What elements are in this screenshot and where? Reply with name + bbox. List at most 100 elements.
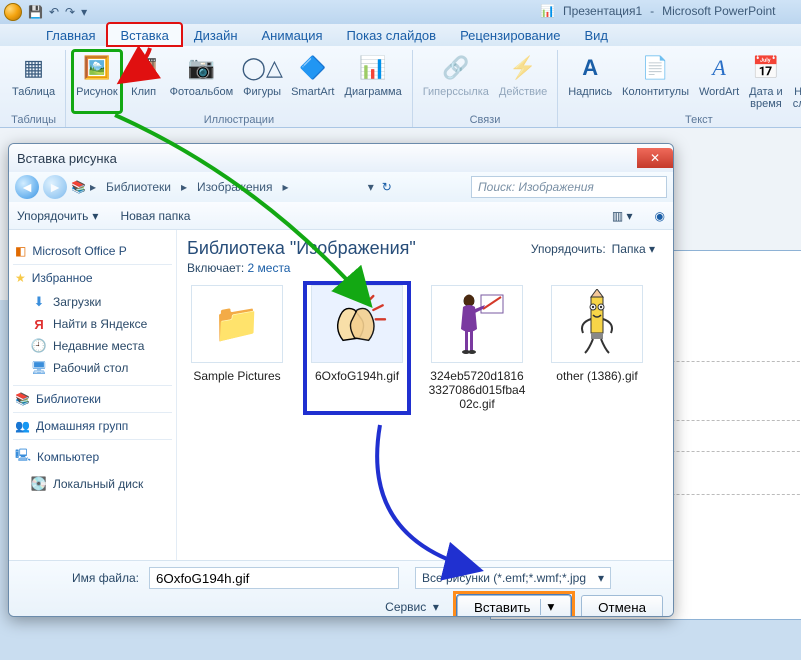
- file-item[interactable]: other (1386).gif: [547, 285, 647, 411]
- refresh-icon[interactable]: ↻: [382, 180, 392, 194]
- file-item-selected[interactable]: 6OxfoG194h.gif: [307, 285, 407, 411]
- pencil-character-icon: [551, 285, 643, 363]
- chevron-down-icon: ▾: [92, 209, 98, 223]
- tab-insert[interactable]: Вставка: [107, 23, 181, 46]
- group-text-title: Текст: [564, 113, 801, 127]
- folder-icon: 📁: [191, 285, 283, 363]
- dialog-footer: Имя файла: Все рисунки (*.emf;*.wmf;*.jp…: [9, 560, 673, 617]
- filetype-combo[interactable]: Все рисунки (*.emf;*.wmf;*.jpg ▾: [415, 567, 611, 589]
- office-button[interactable]: [4, 3, 22, 21]
- window-title: 📊 Презентация1 - Microsoft PowerPoint: [540, 4, 800, 18]
- undo-icon[interactable]: ↶: [49, 5, 59, 19]
- tab-home[interactable]: Главная: [34, 24, 107, 46]
- breadcrumb-libraries[interactable]: Библиотеки: [100, 180, 177, 194]
- tab-slideshow[interactable]: Показ слайдов: [335, 24, 449, 46]
- wordart-button[interactable]: A WordArt: [695, 50, 743, 113]
- sidebar-item-mso[interactable]: ◧Microsoft Office P: [15, 244, 170, 258]
- chevron-down-icon: ▾: [598, 571, 604, 585]
- textbox-button[interactable]: A Надпись: [564, 50, 616, 113]
- woman-chart-icon: [431, 285, 523, 363]
- action-button[interactable]: ⚡ Действие: [495, 50, 551, 113]
- cancel-button[interactable]: Отмена: [581, 595, 663, 617]
- smartart-icon: 🔷: [297, 52, 329, 84]
- file-item[interactable]: 324eb5720d18163327086d015fba402c.gif: [427, 285, 527, 411]
- chevron-down-icon[interactable]: ▾: [368, 180, 374, 194]
- back-button[interactable]: ◄: [15, 175, 39, 199]
- file-label: Sample Pictures: [193, 369, 280, 383]
- shapes-button[interactable]: ◯△ Фигуры: [239, 50, 285, 113]
- address-bar: ◄ ► 📚 ▸ Библиотеки ▸ Изображения ▸ ▾ ↻ П…: [9, 172, 673, 202]
- action-icon: ⚡: [507, 52, 539, 84]
- breadcrumb-images[interactable]: Изображения: [191, 180, 278, 194]
- close-icon[interactable]: ✕: [637, 148, 673, 168]
- dialog-toolbar: Упорядочить ▾ Новая папка ▥ ▾ ◉: [9, 202, 673, 230]
- clapping-hands-icon: [311, 285, 403, 363]
- datetime-icon: 📅: [750, 52, 782, 84]
- clip-button[interactable]: 🎞️ Клип: [124, 50, 164, 113]
- smartart-button[interactable]: 🔷 SmartArt: [287, 50, 338, 113]
- filetype-label: Все рисунки (*.emf;*.wmf;*.jpg: [422, 571, 586, 585]
- ribbon-tabs: Главная Вставка Дизайн Анимация Показ сл…: [0, 24, 801, 46]
- headerfooter-button[interactable]: 📄 Колонтитулы: [618, 50, 693, 113]
- shapes-icon: ◯△: [246, 52, 278, 84]
- split-chevron-icon: ▾: [540, 599, 554, 615]
- tab-design[interactable]: Дизайн: [182, 24, 250, 46]
- sidebar-item-favorites[interactable]: ★Избранное: [15, 271, 170, 285]
- hyperlink-icon: 🔗: [440, 52, 472, 84]
- slidenum-button[interactable]: # Номерслайда: [789, 50, 801, 113]
- datetime-button[interactable]: 📅 Дата ивремя: [745, 50, 787, 113]
- title-app: Microsoft PowerPoint: [662, 4, 775, 18]
- sidebar-item-desktop[interactable]: 🖥Рабочий стол: [13, 357, 172, 379]
- tab-view[interactable]: Вид: [572, 24, 620, 46]
- file-item-folder[interactable]: 📁 Sample Pictures: [187, 285, 287, 411]
- slidenum-icon: #: [795, 52, 801, 84]
- redo-icon[interactable]: ↷: [65, 5, 75, 19]
- picture-icon: 🖼️: [81, 52, 113, 84]
- doc-icon: 📊: [540, 4, 555, 18]
- sidebar-item-recent[interactable]: 🕘Недавние места: [13, 335, 172, 357]
- clip-icon: 🎞️: [128, 52, 160, 84]
- table-button[interactable]: ▦ Таблица: [8, 50, 59, 113]
- service-button[interactable]: Сервис ▾: [385, 600, 439, 614]
- sidebar-item-homegroup[interactable]: 👥Домашняя групп: [15, 419, 170, 433]
- view-icon[interactable]: ▥ ▾: [612, 209, 633, 223]
- picture-button[interactable]: 🖼️ Рисунок: [72, 50, 122, 113]
- filename-label: Имя файла:: [19, 571, 139, 585]
- photoalbum-button[interactable]: 📷 Фотоальбом: [166, 50, 238, 113]
- sidebar-item-libraries[interactable]: 📚Библиотеки: [15, 392, 170, 406]
- help-icon[interactable]: ◉: [655, 209, 665, 223]
- sidebar: ◧Microsoft Office P ★Избранное ⬇Загрузки…: [9, 230, 177, 560]
- hyperlink-button[interactable]: 🔗 Гиперссылка: [419, 50, 493, 113]
- sidebar-item-downloads[interactable]: ⬇Загрузки: [13, 291, 172, 313]
- wordart-icon: A: [703, 52, 735, 84]
- tab-animation[interactable]: Анимация: [250, 24, 335, 46]
- includes-link[interactable]: 2 места: [248, 261, 291, 275]
- group-tables: ▦ Таблица Таблицы: [2, 50, 66, 127]
- group-links: 🔗 Гиперссылка ⚡ Действие Связи: [413, 50, 559, 127]
- filename-input[interactable]: [149, 567, 399, 589]
- headerfooter-icon: 📄: [640, 52, 672, 84]
- dialog-titlebar[interactable]: Вставка рисунка ✕: [9, 144, 673, 172]
- insert-picture-dialog: Вставка рисунка ✕ ◄ ► 📚 ▸ Библиотеки ▸ И…: [8, 143, 674, 617]
- sort-control[interactable]: Упорядочить: Папка ▾: [531, 242, 655, 256]
- search-placeholder: Поиск: Изображения: [478, 180, 594, 194]
- group-illustrations: 🖼️ Рисунок 🎞️ Клип 📷 Фотоальбом ◯△ Фигур…: [66, 50, 413, 127]
- sidebar-item-computer[interactable]: 🖳Компьютер: [15, 446, 170, 467]
- tab-review[interactable]: Рецензирование: [448, 24, 572, 46]
- forward-button[interactable]: ►: [43, 175, 67, 199]
- group-tables-title: Таблицы: [8, 113, 59, 127]
- library-subtitle: Включает: 2 места: [187, 261, 663, 275]
- newfolder-button[interactable]: Новая папка: [120, 209, 190, 223]
- sidebar-item-yandex[interactable]: ЯНайти в Яндексе: [13, 313, 172, 335]
- save-icon[interactable]: 💾: [28, 5, 43, 19]
- libraries-icon: 📚: [71, 180, 86, 194]
- sort-value[interactable]: Папка ▾: [612, 242, 655, 256]
- organize-button[interactable]: Упорядочить ▾: [17, 209, 98, 223]
- chart-button[interactable]: 📊 Диаграмма: [341, 50, 406, 113]
- ribbon: ▦ Таблица Таблицы 🖼️ Рисунок 🎞️ Клип 📷 Ф…: [0, 46, 801, 128]
- insert-button[interactable]: Вставить▾: [457, 595, 571, 617]
- sidebar-item-localdisk[interactable]: 💽Локальный диск: [13, 473, 172, 495]
- file-pane: Библиотека "Изображения" Включает: 2 мес…: [177, 230, 673, 560]
- search-input[interactable]: Поиск: Изображения: [471, 176, 667, 198]
- qat-dropdown-icon[interactable]: ▾: [81, 5, 87, 19]
